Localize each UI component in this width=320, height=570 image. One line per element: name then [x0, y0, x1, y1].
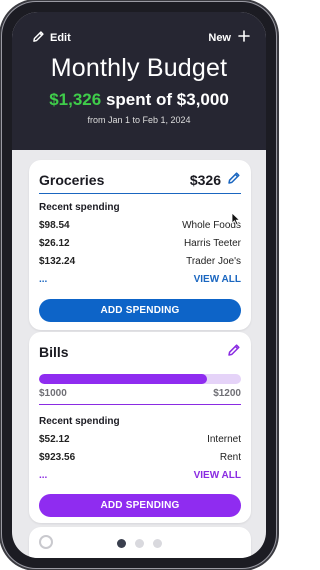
- spending-row: $26.12 Harris Teeter: [39, 238, 241, 252]
- recent-spending-label: Recent spending: [39, 202, 120, 213]
- spending-merchant: Rent: [219, 452, 241, 463]
- budget-header: Edit New Monthly Budget $1,326 spent of …: [12, 12, 266, 150]
- divider: [39, 404, 241, 405]
- spending-row: $132.24 Trader Joe's: [39, 256, 241, 270]
- date-range: from Jan 1 to Feb 1, 2024: [87, 115, 191, 125]
- budget-progress-fill: [39, 374, 208, 384]
- spending-amount: $132.24: [39, 256, 76, 267]
- budget-progress-bar: [39, 374, 241, 384]
- phone-frame: Edit New Monthly Budget $1,326 spent of …: [2, 2, 276, 568]
- mouse-cursor-icon: [231, 212, 241, 231]
- app-screen: Edit New Monthly Budget $1,326 spent of …: [12, 12, 266, 558]
- add-spending-button[interactable]: ADD SPENDING: [39, 494, 241, 517]
- pencil-icon[interactable]: [227, 343, 241, 362]
- more-ellipsis: ...: [39, 274, 48, 285]
- page-indicator: [12, 539, 266, 548]
- page-dot[interactable]: [152, 539, 162, 548]
- spent-text: spent of $3,000: [105, 90, 229, 109]
- spending-amount: $52.12: [39, 434, 70, 445]
- spending-amount: $26.12: [39, 238, 70, 249]
- page-title: Monthly Budget: [50, 54, 228, 82]
- more-row: ... VIEW ALL: [39, 470, 241, 484]
- bills-title: Bills: [39, 344, 69, 360]
- new-button[interactable]: New: [208, 30, 250, 45]
- progress-limit: $1200: [213, 388, 241, 399]
- pencil-icon: [32, 30, 45, 46]
- page-dot[interactable]: [116, 539, 126, 548]
- spending-amount: $923.56: [39, 452, 76, 463]
- progress-labels: $1000 $1200: [39, 388, 241, 399]
- divider: [39, 193, 241, 194]
- groceries-amount: $326: [189, 172, 221, 188]
- edit-button[interactable]: Edit: [32, 30, 71, 46]
- page-dot[interactable]: [134, 539, 144, 548]
- more-row: ... VIEW ALL: [39, 274, 241, 288]
- groceries-card: Groceries $326 Recent spending $98.54 Wh…: [29, 160, 251, 330]
- bills-card-header: Bills: [39, 342, 241, 362]
- bills-card: Bills $1000 $1200 Recent spending $52.12…: [29, 332, 251, 523]
- groceries-title: Groceries: [39, 172, 105, 188]
- recent-spending-label: Recent spending: [39, 416, 120, 427]
- new-label: New: [208, 31, 231, 44]
- spending-row: $923.56 Rent: [39, 452, 241, 466]
- groceries-card-header: Groceries $326: [39, 170, 241, 190]
- view-all-link[interactable]: VIEW ALL: [194, 274, 241, 288]
- spending-row: $98.54 Whole Foods: [39, 220, 241, 234]
- budget-summary: $1,326 spent of $3,000: [12, 90, 266, 110]
- plus-icon: [238, 30, 250, 45]
- more-ellipsis: ...: [39, 470, 48, 481]
- spending-merchant: Internet: [207, 434, 241, 445]
- pencil-icon[interactable]: [227, 171, 241, 190]
- progress-spent: $1000: [39, 388, 67, 399]
- view-all-link[interactable]: VIEW ALL: [194, 470, 241, 484]
- spending-amount: $98.54: [39, 220, 70, 231]
- groceries-header-right: $326: [190, 171, 241, 190]
- edit-label: Edit: [50, 32, 71, 44]
- spent-amount: $1,326: [49, 90, 102, 109]
- spending-row: $52.12 Internet: [39, 434, 241, 448]
- spending-merchant: Harris Teeter: [183, 238, 241, 249]
- spending-merchant: Trader Joe's: [186, 256, 241, 267]
- top-bar: Edit New: [12, 30, 266, 48]
- add-spending-button[interactable]: ADD SPENDING: [39, 299, 241, 322]
